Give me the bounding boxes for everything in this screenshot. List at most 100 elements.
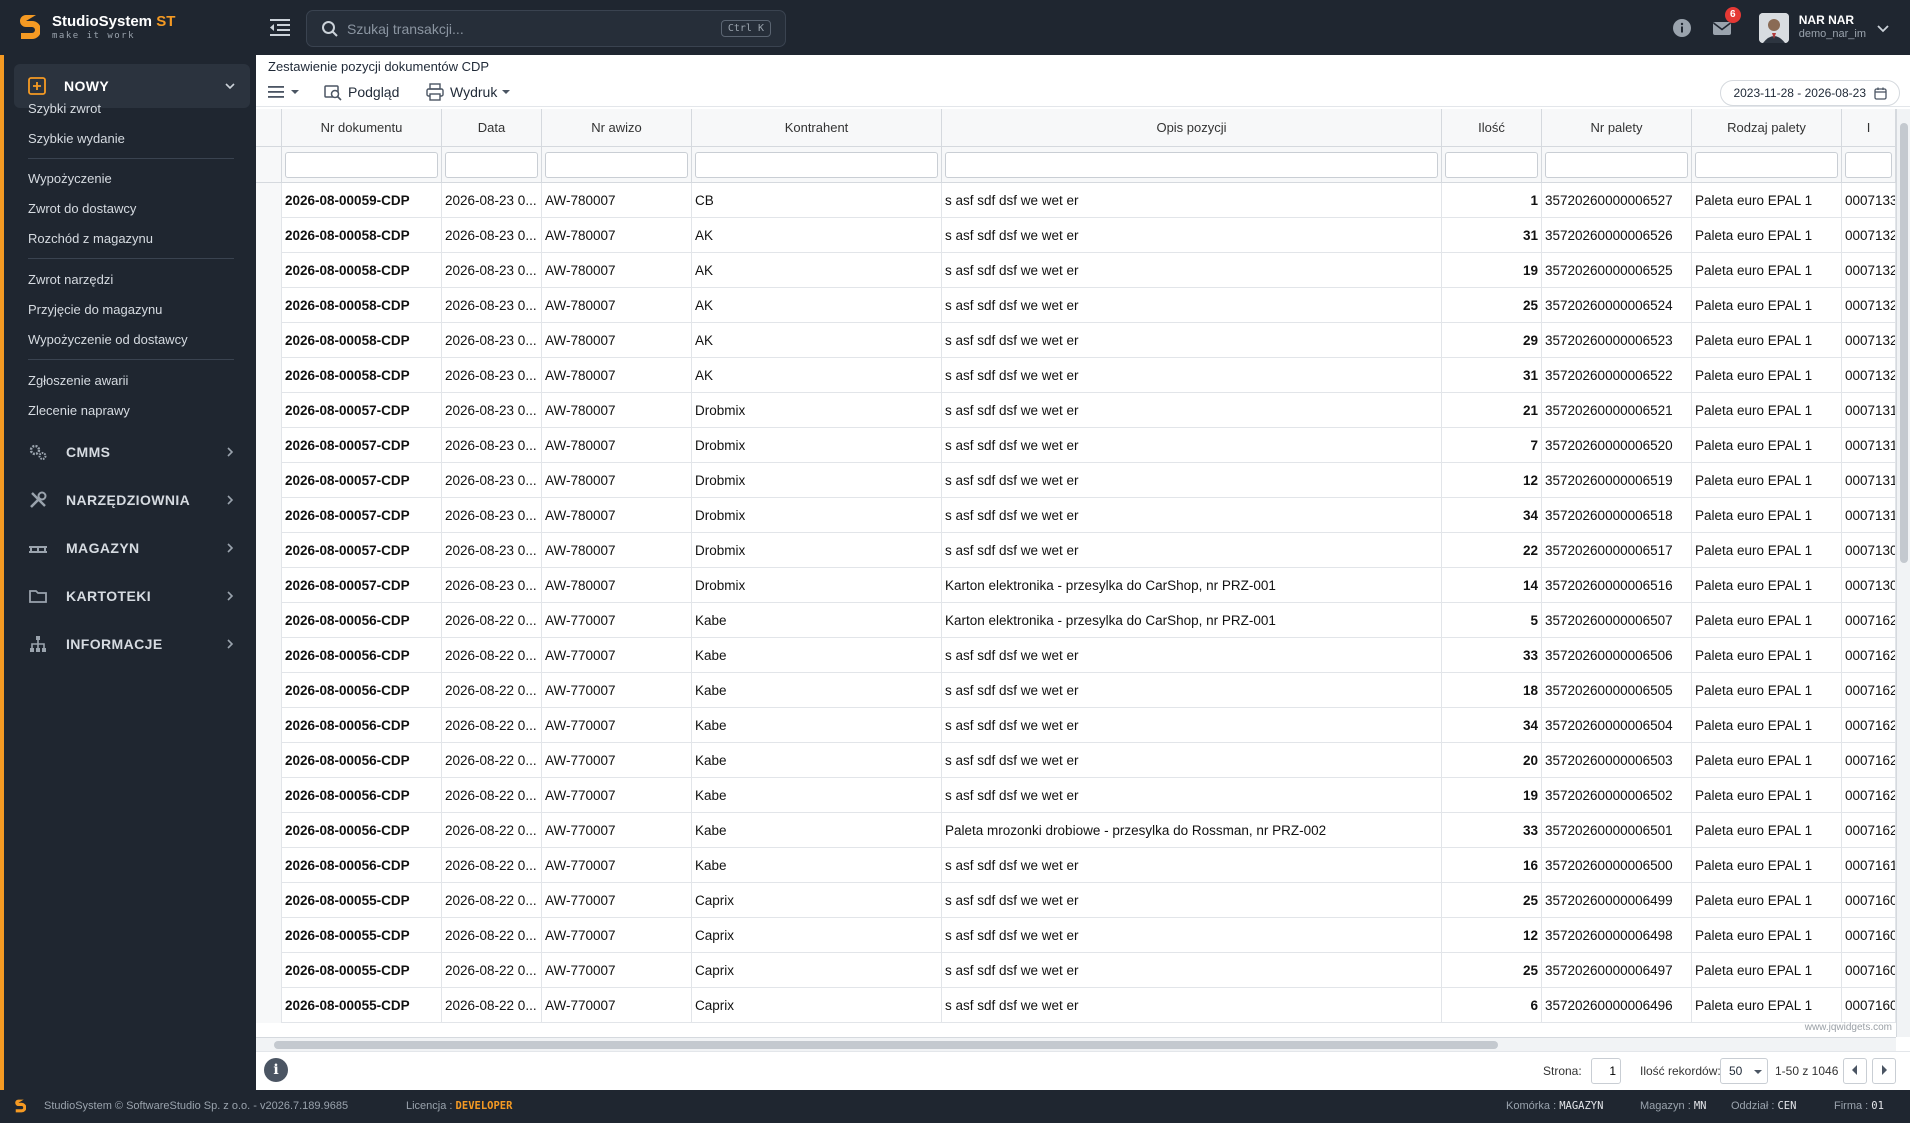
row-header-cell[interactable] — [256, 988, 282, 1023]
user-avatar[interactable] — [1758, 12, 1789, 43]
table-row[interactable]: 2026-08-00057-CDP 2026-08-23 0... AW-78000… — [256, 568, 1896, 603]
sidebar-item-wypozyczenie[interactable]: Wypożyczenie — [28, 171, 112, 186]
row-header-cell[interactable] — [256, 883, 282, 918]
column-header[interactable]: Nr awizo — [542, 109, 692, 147]
search-box[interactable]: Ctrl K — [306, 10, 786, 47]
table-row[interactable]: 2026-08-00058-CDP 2026-08-23 0... AW-78000… — [256, 288, 1896, 323]
sidebar-item-zlecenie-naprawy[interactable]: Zlecenie naprawy — [28, 403, 130, 418]
column-filter-input[interactable] — [1545, 152, 1688, 178]
column-filter-input[interactable] — [695, 152, 938, 178]
row-header-cell[interactable] — [256, 918, 282, 953]
row-header-cell[interactable] — [256, 463, 282, 498]
table-row[interactable]: 2026-08-00055-CDP 2026-08-22 0... AW-77000… — [256, 988, 1896, 1023]
table-row[interactable]: 2026-08-00056-CDP 2026-08-22 0... AW-77000… — [256, 708, 1896, 743]
info-icon[interactable] — [1671, 17, 1693, 39]
table-row[interactable]: 2026-08-00058-CDP 2026-08-23 0... AW-78000… — [256, 218, 1896, 253]
vertical-scroll-thumb[interactable] — [1900, 123, 1908, 563]
column-filter-input[interactable] — [945, 152, 1438, 178]
column-filter-input[interactable] — [445, 152, 538, 178]
column-filter-input[interactable] — [285, 152, 438, 178]
column-filter-input[interactable] — [1445, 152, 1538, 178]
table-row[interactable]: 2026-08-00055-CDP 2026-08-22 0... AW-77000… — [256, 918, 1896, 953]
table-row[interactable]: 2026-08-00057-CDP 2026-08-23 0... AW-78000… — [256, 533, 1896, 568]
row-header-cell[interactable] — [256, 428, 282, 463]
table-row[interactable]: 2026-08-00056-CDP 2026-08-22 0... AW-77000… — [256, 638, 1896, 673]
search-input[interactable] — [347, 20, 721, 37]
table-row[interactable]: 2026-08-00056-CDP 2026-08-22 0... AW-77000… — [256, 603, 1896, 638]
row-header-cell[interactable] — [256, 638, 282, 673]
sidebar-section-kartoteki[interactable]: KARTOTEKI — [14, 578, 250, 614]
page-number-input[interactable] — [1591, 1058, 1621, 1084]
previous-page-button[interactable] — [1843, 1058, 1867, 1084]
row-header-cell[interactable] — [256, 848, 282, 883]
row-header-cell[interactable] — [256, 673, 282, 708]
sidebar-section-magazyn[interactable]: MAGAZYN — [14, 530, 250, 566]
table-row[interactable]: 2026-08-00056-CDP 2026-08-22 0... AW-77000… — [256, 673, 1896, 708]
sidebar-item-zwrot-do-dostawcy[interactable]: Zwrot do dostawcy — [28, 201, 136, 216]
row-header-cell[interactable] — [256, 498, 282, 533]
table-row[interactable]: 2026-08-00058-CDP 2026-08-23 0... AW-78000… — [256, 358, 1896, 393]
row-header-cell[interactable] — [256, 393, 282, 428]
row-header-cell[interactable] — [256, 708, 282, 743]
info-button[interactable]: i — [264, 1058, 288, 1082]
app-logo[interactable]: StudioSystem ST make it work — [18, 12, 175, 42]
row-header-cell[interactable] — [256, 603, 282, 638]
row-header-cell[interactable] — [256, 743, 282, 778]
table-row[interactable]: 2026-08-00055-CDP 2026-08-22 0... AW-77000… — [256, 883, 1896, 918]
print-button[interactable]: Wydruk — [426, 81, 517, 103]
table-row[interactable]: 2026-08-00055-CDP 2026-08-22 0... AW-77000… — [256, 953, 1896, 988]
records-per-page-select[interactable]: 50 — [1720, 1058, 1768, 1084]
sidebar-item-szybki-zwrot[interactable]: Szybki zwrot — [28, 101, 101, 116]
preview-button[interactable]: Podgląd — [324, 81, 399, 103]
table-row[interactable]: 2026-08-00056-CDP 2026-08-22 0... AW-77000… — [256, 778, 1896, 813]
date-range-picker[interactable]: 2023-11-28 - 2026-08-23 — [1720, 80, 1900, 106]
sidebar-section-informacje[interactable]: INFORMACJE — [14, 626, 250, 662]
table-row[interactable]: 2026-08-00056-CDP 2026-08-22 0... AW-77000… — [256, 743, 1896, 778]
row-header-cell[interactable] — [256, 183, 282, 218]
row-header-cell[interactable] — [256, 778, 282, 813]
vertical-scrollbar[interactable] — [1896, 109, 1910, 1037]
column-header[interactable]: Nr dokumentu — [282, 109, 442, 147]
row-header-cell[interactable] — [256, 533, 282, 568]
row-header-cell[interactable] — [256, 323, 282, 358]
messages-button[interactable]: 6 — [1711, 6, 1741, 39]
table-row[interactable]: 2026-08-00059-CDP 2026-08-23 0... AW-78000… — [256, 183, 1896, 218]
sidebar-item-zwrot-narzedzi[interactable]: Zwrot narzędzi — [28, 272, 113, 287]
table-row[interactable]: 2026-08-00057-CDP 2026-08-23 0... AW-78000… — [256, 393, 1896, 428]
row-header-cell[interactable] — [256, 358, 282, 393]
table-row[interactable]: 2026-08-00057-CDP 2026-08-23 0... AW-78000… — [256, 498, 1896, 533]
sidebar-item-zgloszenie-awarii[interactable]: Zgłoszenie awarii — [28, 373, 128, 388]
column-header[interactable]: Nr palety — [1542, 109, 1692, 147]
grid-menu-button[interactable] — [268, 81, 306, 103]
table-row[interactable]: 2026-08-00056-CDP 2026-08-22 0... AW-77000… — [256, 848, 1896, 883]
table-row[interactable]: 2026-08-00058-CDP 2026-08-23 0... AW-78000… — [256, 253, 1896, 288]
table-row[interactable]: 2026-08-00056-CDP 2026-08-22 0... AW-77000… — [256, 813, 1896, 848]
sidebar-collapse-icon[interactable] — [270, 18, 290, 36]
row-header-cell[interactable] — [256, 568, 282, 603]
column-header[interactable]: Data — [442, 109, 542, 147]
column-filter-input[interactable] — [1845, 152, 1892, 178]
sidebar-section-cmms[interactable]: CMMS — [14, 434, 250, 470]
sidebar-item-wypozyczenie-od-dostawcy[interactable]: Wypożyczenie od dostawcy — [28, 332, 188, 347]
table-row[interactable]: 2026-08-00057-CDP 2026-08-23 0... AW-78000… — [256, 463, 1896, 498]
row-header-cell[interactable] — [256, 813, 282, 848]
sidebar-section-narzedziownia[interactable]: NARZĘDZIOWNIA — [14, 482, 250, 518]
table-row[interactable]: 2026-08-00058-CDP 2026-08-23 0... AW-78000… — [256, 323, 1896, 358]
sidebar-item-przyjecie-do-magazynu[interactable]: Przyjęcie do magazynu — [28, 302, 162, 317]
table-row[interactable]: 2026-08-00057-CDP 2026-08-23 0... AW-78000… — [256, 428, 1896, 463]
column-filter-input[interactable] — [545, 152, 688, 178]
column-header[interactable]: Ilość — [1442, 109, 1542, 147]
sidebar-item-szybkie-wydanie[interactable]: Szybkie wydanie — [28, 131, 125, 146]
user-info[interactable]: NAR NAR demo_nar_im — [1799, 13, 1866, 40]
row-header-cell[interactable] — [256, 218, 282, 253]
column-filter-input[interactable] — [1695, 152, 1838, 178]
row-header-cell[interactable] — [256, 288, 282, 323]
chevron-down-icon[interactable] — [1876, 21, 1890, 35]
column-header[interactable]: Rodzaj palety — [1692, 109, 1842, 147]
row-header-cell[interactable] — [256, 253, 282, 288]
next-page-button[interactable] — [1872, 1058, 1896, 1084]
column-header[interactable]: I — [1842, 109, 1896, 147]
horizontal-scrollbar[interactable] — [256, 1037, 1896, 1051]
row-header-cell[interactable] — [256, 953, 282, 988]
horizontal-scroll-thumb[interactable] — [274, 1041, 1498, 1049]
